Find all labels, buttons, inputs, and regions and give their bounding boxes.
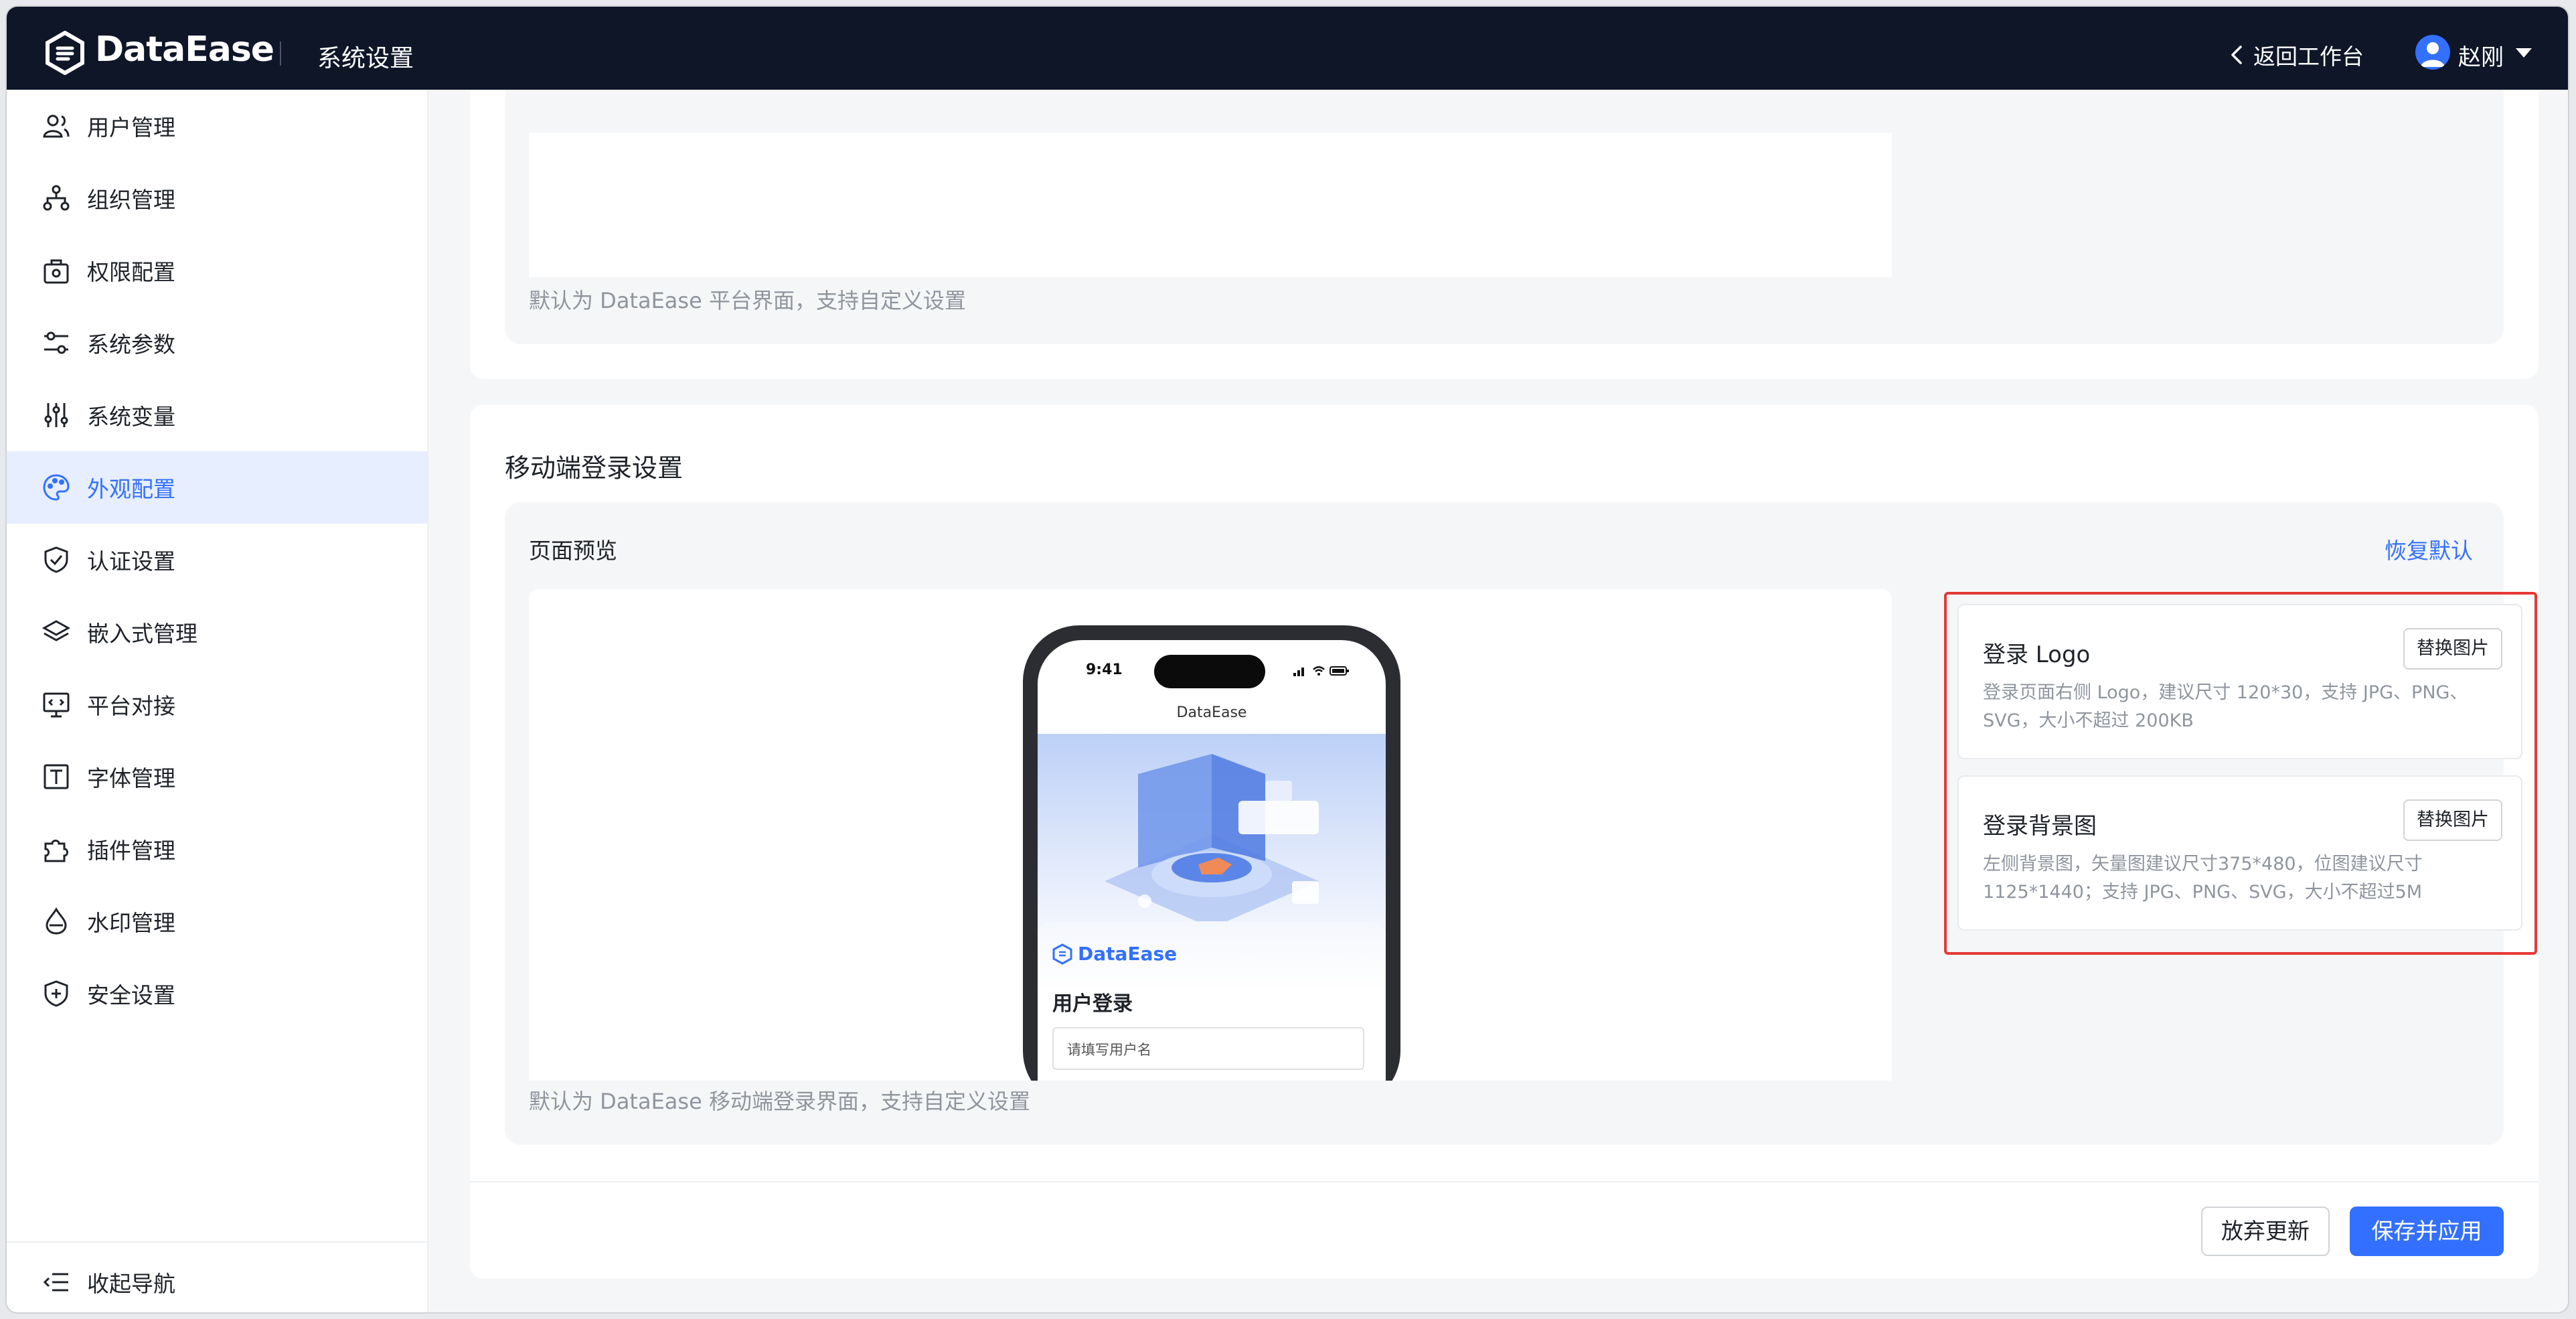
droplet-icon [46, 907, 67, 935]
mobile-preview-box: 9:41 DataEase DataEase 用户登录 请填写用户名 [529, 589, 1892, 1081]
footer-divider [470, 1181, 2539, 1182]
phone-screen: 9:41 DataEase DataEase 用户登录 请填写用户名 [1038, 640, 1386, 1081]
user-avatar-icon [2421, 42, 2445, 67]
sidebar-item-platform[interactable]: 平台对接 [7, 668, 427, 741]
restore-default-link[interactable]: 恢复默认 [2385, 533, 2473, 565]
save-and-apply-button[interactable]: 保存并应用 [2350, 1207, 2504, 1256]
vertical-sliders-icon [44, 403, 68, 427]
phone-status-icons [1293, 666, 1350, 676]
mobile-login-card: 移动端登录设置 页面预览 恢复默认 9:41 DataEase DataEase… [470, 404, 2539, 1279]
top-header: DataEase 系统设置 返回工作台 赵刚 [7, 7, 2568, 90]
wifi-icon [1313, 666, 1325, 676]
org-tree-icon [43, 185, 70, 211]
sidebar-divider [7, 1241, 427, 1243]
layers-icon [42, 620, 71, 641]
collapse-nav-button[interactable]: 收起导航 [7, 1252, 427, 1312]
replace-logo-button[interactable]: 替换图片 [2403, 628, 2502, 670]
sidebar-item-appearance[interactable]: 外观配置 [7, 451, 427, 524]
phone-time: 9:41 [1086, 662, 1123, 678]
phone-dynamic-island [1154, 655, 1265, 688]
isometric-dashboard-illustration [1105, 754, 1319, 928]
caret-down-icon[interactable] [2516, 48, 2532, 58]
sliders-icon [44, 331, 68, 354]
setting-description: 登录页面右侧 Logo，建议尺寸 120*30，支持 JPG、PNG、SVG，大… [1983, 682, 2468, 731]
main-content: 默认为 DataEase 平台界面，支持自定义设置 移动端登录设置 页面预览 恢… [430, 90, 2568, 1312]
mobile-preview-panel: 页面预览 恢复默认 9:41 DataEase DataEase 用户登录 请填… [505, 502, 2537, 1145]
login-logo-setting: 登录 Logo 替换图片 登录页面右侧 Logo，建议尺寸 120*30，支持 … [1957, 604, 2522, 759]
sidebar-item-auth[interactable]: 认证设置 [7, 524, 427, 596]
sidebar-item-label: 外观配置 [87, 476, 175, 502]
sidebar-item-label: 插件管理 [87, 838, 175, 864]
platform-login-card: 默认为 DataEase 平台界面，支持自定义设置 [470, 90, 2539, 379]
discard-changes-button[interactable]: 放弃更新 [2201, 1207, 2330, 1256]
phone-brand-text: DataEase [1078, 943, 1178, 965]
users-icon [43, 114, 70, 138]
back-to-workbench-link[interactable]: 返回工作台 [2229, 39, 2364, 71]
sidebar-item-fonts[interactable]: 字体管理 [7, 741, 427, 813]
monitor-code-icon [43, 692, 70, 718]
platform-preview-panel: 默认为 DataEase 平台界面，支持自定义设置 [505, 90, 2504, 344]
sidebar-item-label: 权限配置 [87, 259, 175, 285]
signal-icon [1293, 668, 1304, 676]
shield-check-icon [44, 546, 68, 573]
dataease-logo-icon [46, 31, 84, 75]
login-background-setting: 登录背景图 替换图片 左侧背景图，矢量图建议尺寸375*480，位图建议尺寸 1… [1957, 775, 2522, 931]
lock-bag-icon [44, 259, 69, 284]
sidebar-item-permissions[interactable]: 权限配置 [7, 234, 427, 307]
palette-icon [43, 474, 70, 501]
sidebar-item-label: 系统变量 [87, 404, 175, 430]
avatar[interactable] [2415, 35, 2450, 70]
platform-preview-image [529, 133, 1892, 277]
setting-title: 登录 Logo [1983, 641, 2091, 668]
setting-title: 登录背景图 [1983, 813, 2097, 840]
user-name[interactable]: 赵刚 [2458, 39, 2504, 72]
app-window: DataEase 系统设置 返回工作台 赵刚 用户管理 组织管理 权限配置 系统… [7, 7, 2568, 1312]
sidebar-item-label: 用户管理 [87, 114, 175, 141]
shield-plus-icon [44, 980, 68, 1007]
sidebar-item-users[interactable]: 用户管理 [7, 90, 427, 162]
phone-login-title: 用户登录 [1052, 992, 1133, 1016]
phone-login-sheet: DataEase 用户登录 请填写用户名 [1038, 921, 1386, 1081]
brand-name: DataEase [95, 29, 274, 70]
sidebar-item-system-params[interactable]: 系统参数 [7, 307, 427, 379]
collapse-nav-label: 收起导航 [87, 1271, 175, 1297]
collapse-menu-icon [43, 1273, 68, 1292]
sidebar-item-label: 字体管理 [87, 765, 175, 791]
section-title: 移动端登录设置 [505, 453, 683, 483]
phone-brand: DataEase [1052, 943, 1177, 965]
puzzle-icon [44, 840, 68, 862]
header-divider [280, 42, 281, 66]
sidebar-item-label: 认证设置 [87, 548, 175, 574]
sidebar-item-security[interactable]: 安全设置 [7, 957, 427, 1030]
sidebar-item-label: 系统参数 [87, 331, 175, 358]
sidebar-item-label: 嵌入式管理 [87, 621, 197, 647]
setting-description: 左侧背景图，矢量图建议尺寸375*480，位图建议尺寸 1125*1440；支持… [1983, 854, 2423, 903]
back-link-label: 返回工作台 [2253, 44, 2364, 70]
sidebar-item-label: 水印管理 [87, 910, 175, 936]
dataease-logo-icon [1052, 943, 1072, 965]
sidebar: 用户管理 组织管理 权限配置 系统参数 系统变量 外观配置 认证设置 嵌入式管理… [7, 90, 428, 1312]
sidebar-item-embedded[interactable]: 嵌入式管理 [7, 596, 427, 668]
replace-background-button[interactable]: 替换图片 [2403, 799, 2502, 841]
sidebar-item-label: 平台对接 [87, 693, 175, 719]
chevron-left-icon [2231, 46, 2242, 64]
font-t-icon [44, 764, 69, 789]
phone-username-input: 请填写用户名 [1052, 1027, 1364, 1070]
sidebar-item-watermark[interactable]: 水印管理 [7, 885, 427, 957]
platform-preview-hint: 默认为 DataEase 平台界面，支持自定义设置 [529, 288, 966, 313]
phone-mockup: 9:41 DataEase DataEase 用户登录 请填写用户名 [1023, 625, 1400, 1081]
sidebar-item-system-variables[interactable]: 系统变量 [7, 379, 427, 451]
preview-label: 页面预览 [529, 538, 617, 564]
battery-icon [1330, 666, 1349, 676]
sidebar-item-label: 组织管理 [87, 187, 175, 213]
phone-app-title: DataEase [1176, 704, 1247, 721]
sidebar-item-label: 安全设置 [87, 982, 175, 1008]
login-background-illustration [1038, 734, 1386, 932]
mobile-preview-hint: 默认为 DataEase 移动端登录界面，支持自定义设置 [529, 1089, 1030, 1114]
sidebar-item-org[interactable]: 组织管理 [7, 162, 427, 234]
sidebar-item-plugins[interactable]: 插件管理 [7, 813, 427, 885]
page-title: 系统设置 [317, 45, 414, 72]
